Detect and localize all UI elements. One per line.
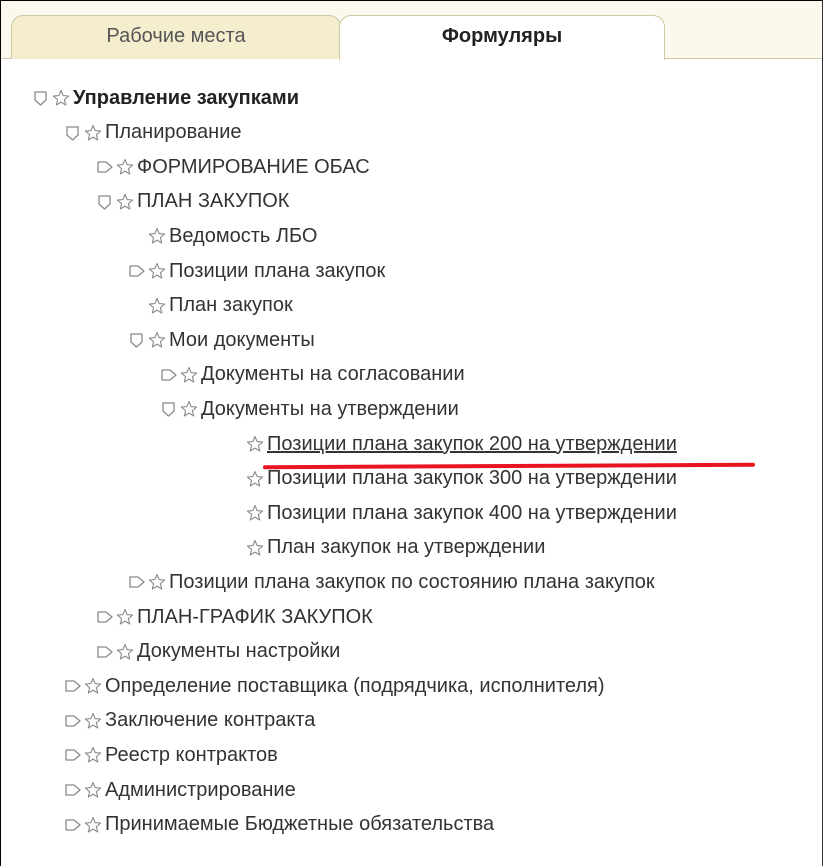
- star-icon[interactable]: [147, 296, 167, 316]
- star-icon[interactable]: [83, 711, 103, 731]
- collapsed-toggle-icon[interactable]: [127, 571, 147, 593]
- collapsed-toggle-icon[interactable]: [95, 606, 115, 628]
- collapsed-toggle-icon[interactable]: [63, 675, 83, 697]
- star-icon[interactable]: [147, 330, 167, 350]
- tree-node-label[interactable]: Документы на согласовании: [201, 363, 465, 386]
- tree-node[interactable]: Ведомость ЛБО: [127, 219, 317, 253]
- tree-node[interactable]: Планирование: [63, 116, 242, 150]
- tree-node[interactable]: Реестр контрактов: [63, 738, 278, 772]
- tree-node[interactable]: Определение поставщика (подрядчика, испо…: [63, 669, 605, 703]
- tree-node-label[interactable]: ПЛАН-ГРАФИК ЗАКУПОК: [137, 606, 373, 629]
- tree-node-label[interactable]: Позиции плана закупок 400 на утверждении: [267, 502, 677, 525]
- star-icon[interactable]: [179, 365, 199, 385]
- tree-node-label[interactable]: План закупок: [169, 294, 293, 317]
- tree-node-label[interactable]: Позиции плана закупок 200 на утверждении: [267, 433, 677, 456]
- tree-node-label[interactable]: Мои документы: [169, 329, 315, 352]
- tree-node-label[interactable]: Заключение контракта: [105, 709, 315, 732]
- tree-node[interactable]: План закупок: [127, 289, 293, 323]
- star-icon[interactable]: [115, 607, 135, 627]
- tree-node-label[interactable]: Определение поставщика (подрядчика, испо…: [105, 675, 605, 698]
- tree-node-label[interactable]: Документы на утверждении: [201, 398, 459, 421]
- tree-node[interactable]: Позиции плана закупок: [127, 254, 385, 288]
- expanded-toggle-icon[interactable]: [95, 191, 115, 213]
- expanded-toggle-icon[interactable]: [63, 122, 83, 144]
- collapsed-toggle-icon[interactable]: [95, 641, 115, 663]
- star-icon[interactable]: [147, 572, 167, 592]
- tree-node[interactable]: Администрирование: [63, 773, 296, 807]
- collapsed-toggle-icon[interactable]: [127, 260, 147, 282]
- collapsed-toggle-icon[interactable]: [159, 364, 179, 386]
- tree-node-label[interactable]: Документы настройки: [137, 640, 340, 663]
- star-icon[interactable]: [245, 469, 265, 489]
- tree-node[interactable]: ПЛАН-ГРАФИК ЗАКУПОК: [95, 600, 373, 634]
- tree-node[interactable]: Позиции плана закупок по состоянию плана…: [127, 565, 655, 599]
- star-icon[interactable]: [179, 399, 199, 419]
- star-icon[interactable]: [83, 745, 103, 765]
- collapsed-toggle-icon[interactable]: [63, 710, 83, 732]
- tree-node[interactable]: Управление закупками: [31, 81, 299, 115]
- formulary-panel: Рабочие места Формуляры Управление закуп…: [0, 0, 823, 866]
- tree-node-label[interactable]: Планирование: [105, 121, 242, 144]
- star-icon[interactable]: [115, 157, 135, 177]
- tree-node[interactable]: Позиции плана закупок 200 на утверждении: [225, 427, 677, 461]
- expanded-toggle-icon[interactable]: [31, 87, 51, 109]
- star-icon[interactable]: [83, 780, 103, 800]
- collapsed-toggle-icon[interactable]: [63, 814, 83, 836]
- tree-node[interactable]: Принимаемые Бюджетные обязательства: [63, 808, 494, 842]
- star-icon[interactable]: [115, 642, 135, 662]
- tree-node-label[interactable]: Принимаемые Бюджетные обязательства: [105, 813, 494, 836]
- star-icon[interactable]: [83, 123, 103, 143]
- tree-node-label[interactable]: Управление закупками: [73, 87, 299, 110]
- star-icon[interactable]: [83, 815, 103, 835]
- star-icon[interactable]: [245, 434, 265, 454]
- star-icon[interactable]: [147, 261, 167, 281]
- tree-node-label[interactable]: Администрирование: [105, 779, 296, 802]
- tree-node[interactable]: Документы настройки: [95, 635, 340, 669]
- star-icon[interactable]: [147, 226, 167, 246]
- tree-node-label[interactable]: Ведомость ЛБО: [169, 225, 317, 248]
- tree-node[interactable]: ПЛАН ЗАКУПОК: [95, 185, 289, 219]
- expanded-toggle-icon[interactable]: [127, 329, 147, 351]
- tree-node[interactable]: Заключение контракта: [63, 704, 315, 738]
- tree-node-label[interactable]: ФОРМИРОВАНИЕ ОБАС: [137, 156, 370, 179]
- tree-node-label[interactable]: План закупок на утверждении: [267, 536, 545, 559]
- expanded-toggle-icon[interactable]: [159, 398, 179, 420]
- tree-node[interactable]: ФОРМИРОВАНИЕ ОБАС: [95, 150, 370, 184]
- tree-node-label[interactable]: Позиции плана закупок 300 на утверждении: [267, 467, 677, 490]
- star-icon[interactable]: [83, 676, 103, 696]
- star-icon[interactable]: [245, 503, 265, 523]
- tree-node-label[interactable]: Позиции плана закупок: [169, 260, 385, 283]
- collapsed-toggle-icon[interactable]: [95, 156, 115, 178]
- tab-bar: Рабочие места Формуляры: [1, 1, 822, 60]
- tree-node[interactable]: Документы на утверждении: [159, 392, 459, 426]
- star-icon[interactable]: [51, 88, 71, 108]
- star-icon[interactable]: [115, 192, 135, 212]
- tab-formularies[interactable]: Формуляры: [339, 15, 665, 60]
- tree-node-label[interactable]: Позиции плана закупок по состоянию плана…: [169, 571, 655, 594]
- tree-node[interactable]: Мои документы: [127, 323, 315, 357]
- tab-workplaces[interactable]: Рабочие места: [11, 15, 341, 59]
- tree-node[interactable]: План закупок на утверждении: [225, 531, 545, 565]
- tree-node[interactable]: Позиции плана закупок 400 на утверждении: [225, 496, 677, 530]
- tree-node-label[interactable]: Реестр контрактов: [105, 744, 278, 767]
- tree-node-label[interactable]: ПЛАН ЗАКУПОК: [137, 190, 289, 213]
- collapsed-toggle-icon[interactable]: [63, 744, 83, 766]
- star-icon[interactable]: [245, 538, 265, 558]
- collapsed-toggle-icon[interactable]: [63, 779, 83, 801]
- tree-node[interactable]: Документы на согласовании: [159, 358, 465, 392]
